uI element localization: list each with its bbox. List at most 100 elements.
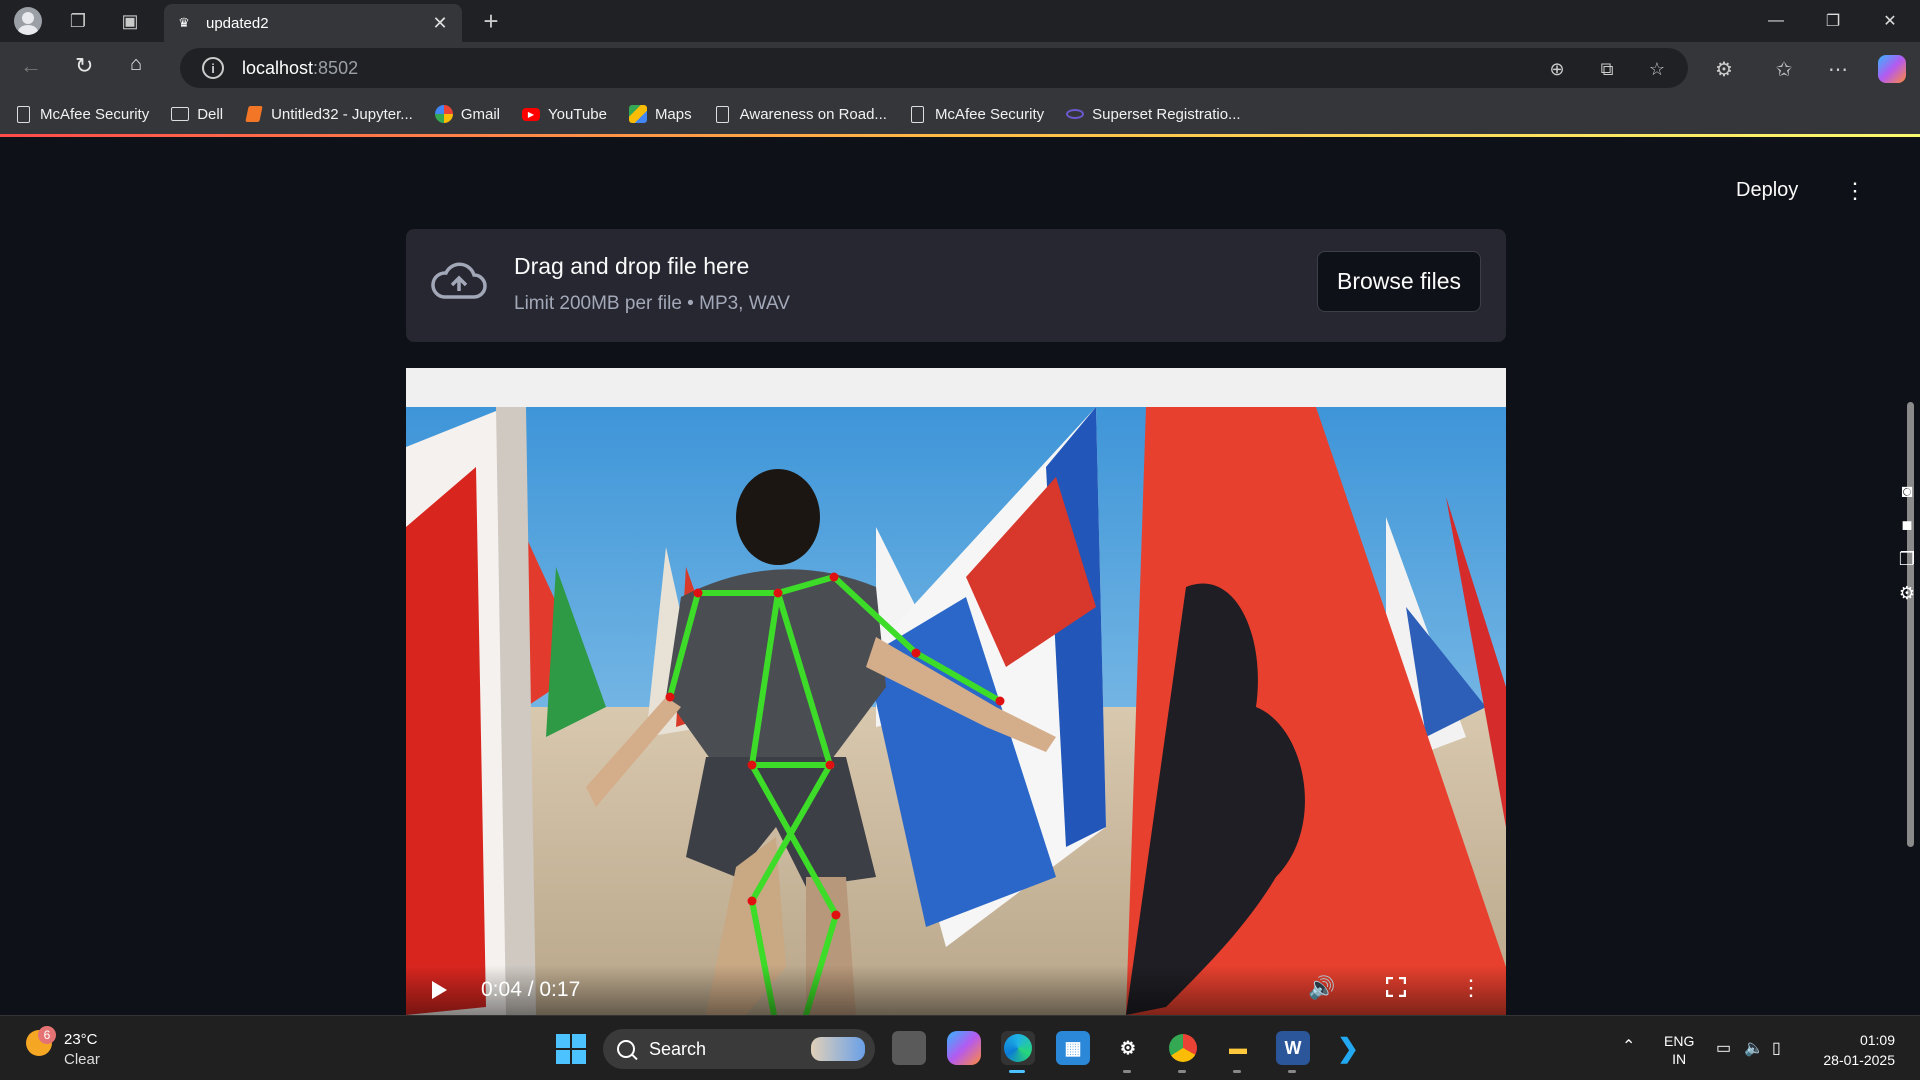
bookmarks-bar: McAfee Security Dell Untitled32 - Jupyte… [0,94,1920,134]
vscode-icon[interactable]: ❯ [1331,1031,1365,1065]
video-controls: 0:04 / 0:17 🔊 ⋮ [406,965,1506,1015]
bookmark-awareness[interactable]: Awareness on Road... [714,105,887,123]
network-icon[interactable]: ▭ [1716,1038,1731,1058]
video-player[interactable]: 0:04 / 0:17 🔊 ⋮ [406,368,1506,1015]
jupyter-icon [245,105,263,123]
volume-icon[interactable]: 🔊 [1308,975,1335,1001]
bookmark-gmail[interactable]: Gmail [434,105,500,123]
workspaces-icon[interactable]: ❐ [64,7,92,35]
file-explorer-icon[interactable]: ▬ [1221,1031,1255,1073]
tab-close-icon[interactable]: ✕ [428,11,452,35]
copilot-app-icon[interactable] [947,1031,981,1065]
folder-icon [171,105,190,123]
back-icon[interactable]: ← [20,53,42,79]
youtube-icon: ▶ [521,105,540,123]
bookmark-maps[interactable]: Maps [628,105,692,123]
edge-browser-icon[interactable] [1001,1031,1035,1073]
bookmark-label: McAfee Security [934,105,1045,123]
bookmark-jupyter[interactable]: Untitled32 - Jupyter... [245,105,413,123]
address-bar[interactable]: i localhost:8502 ⊕ ⧉ ☆ [180,48,1688,88]
fullscreen-icon[interactable] [1385,976,1407,998]
page-scrollbar[interactable] [1907,402,1914,847]
site-info-icon[interactable]: i [202,57,224,79]
clock-time[interactable]: 01:09 [1820,1032,1895,1048]
battery-icon[interactable]: ▯ [1772,1038,1781,1058]
favorite-star-icon[interactable]: ☆ [1644,56,1670,82]
url-port: :8502 [313,57,359,78]
streamlit-app: Deploy ⋮ Drag and drop file here Limit 2… [5,137,1915,1015]
profile-avatar[interactable] [14,7,42,35]
settings-app-icon[interactable]: ⚙ [1111,1031,1145,1073]
more-menu-icon[interactable]: ⋯ [1824,55,1852,83]
weather-condition: Clear [64,1051,100,1068]
streamlit-favicon-icon: ♛ [178,15,190,30]
tab-actions-icon[interactable]: ▣ [116,7,144,35]
search-label: Search [649,1038,707,1059]
weather-badge: 6 [38,1026,56,1044]
lang-line1: ENG [1664,1033,1695,1049]
browse-files-button[interactable]: Browse files [1317,251,1481,312]
bookmark-label: Awareness on Road... [739,105,887,123]
speaker-icon[interactable]: 🔈 [1744,1038,1764,1058]
deploy-button[interactable]: Deploy [1736,179,1798,202]
video-camera-icon[interactable]: ■ [1895,511,1915,539]
screens-icon[interactable]: ❐ [1895,545,1915,573]
page-icon [909,105,927,123]
close-window-icon[interactable]: ✕ [1870,8,1910,34]
maps-icon [628,105,647,123]
bookmark-label: YouTube [547,105,607,123]
dropzone-limit-text: Limit 200MB per file • MP3, WAV [514,293,790,314]
superset-icon [1066,105,1085,123]
home-icon[interactable]: ⌂ [130,53,142,76]
pose-estimation-frame [406,407,1506,1015]
windows-start-icon[interactable] [556,1034,586,1064]
address-bar-row: ← ↻ ⌂ i localhost:8502 ⊕ ⧉ ☆ ⚙ ✩ ⋯ [0,42,1920,94]
task-view-icon[interactable] [892,1031,926,1065]
favorites-icon[interactable]: ✩ [1770,55,1798,83]
new-tab-icon[interactable]: + [477,6,505,36]
windows-taskbar: 6 23°C Clear Search ▦ ⚙ ▬ W ❯ ⌃ ENG IN ▭ … [0,1015,1920,1080]
taskbar-search[interactable]: Search [603,1029,875,1069]
bookmark-youtube[interactable]: ▶ YouTube [521,105,607,123]
weather-temp[interactable]: 23°C [64,1031,98,1048]
bookmark-label: Maps [654,105,692,123]
microsoft-store-icon[interactable]: ▦ [1056,1031,1090,1065]
search-highlight-icon [811,1037,865,1061]
cloud-upload-icon [430,259,488,308]
lang-line2: IN [1672,1051,1687,1067]
side-toolbar: ◙ ■ ❐ ⚙ [1895,477,1915,613]
clock-date[interactable]: 28-01-2025 [1810,1052,1895,1068]
page-icon [714,105,732,123]
restore-icon[interactable]: ❐ [1813,8,1853,34]
chrome-icon[interactable] [1166,1031,1200,1073]
tray-overflow-icon[interactable]: ⌃ [1622,1036,1635,1056]
bookmark-mcafee-security-2[interactable]: McAfee Security [909,105,1044,123]
copilot-icon[interactable] [1878,55,1906,83]
browser-tabbar: ❐ ▣ ♛ updated2 ✕ + — ❐ ✕ [0,0,1920,42]
install-app-icon[interactable]: ⧉ [1594,56,1620,82]
settings-gear-icon[interactable]: ⚙ [1895,579,1915,607]
google-icon [434,105,453,123]
word-icon[interactable]: W [1276,1031,1310,1073]
search-icon [617,1040,635,1058]
play-icon[interactable] [432,981,447,999]
file-uploader-dropzone[interactable]: Drag and drop file here Limit 200MB per … [406,229,1506,342]
bookmark-label: Gmail [460,105,500,123]
main-menu-icon[interactable]: ⋮ [1844,177,1866,205]
input-language[interactable]: ENG IN [1664,1032,1694,1068]
bookmark-dell[interactable]: Dell [171,105,223,123]
active-tab[interactable]: ♛ updated2 ✕ [164,4,462,42]
minimize-icon[interactable]: — [1756,8,1796,34]
bookmark-label: Dell [197,105,224,123]
bookmark-mcafee-security[interactable]: McAfee Security [14,105,149,123]
camera-icon[interactable]: ◙ [1895,477,1915,505]
bookmark-superset[interactable]: Superset Registratio... [1066,105,1241,123]
reload-icon[interactable]: ↻ [75,53,93,79]
zoom-icon[interactable]: ⊕ [1544,56,1570,82]
extensions-icon[interactable]: ⚙ [1710,55,1738,83]
dropzone-title: Drag and drop file here [514,253,750,279]
bookmark-label: Untitled32 - Jupyter... [271,105,413,123]
tab-title: updated2 [206,14,269,32]
video-more-icon[interactable]: ⋮ [1460,975,1482,1001]
video-frame[interactable] [406,407,1506,1015]
